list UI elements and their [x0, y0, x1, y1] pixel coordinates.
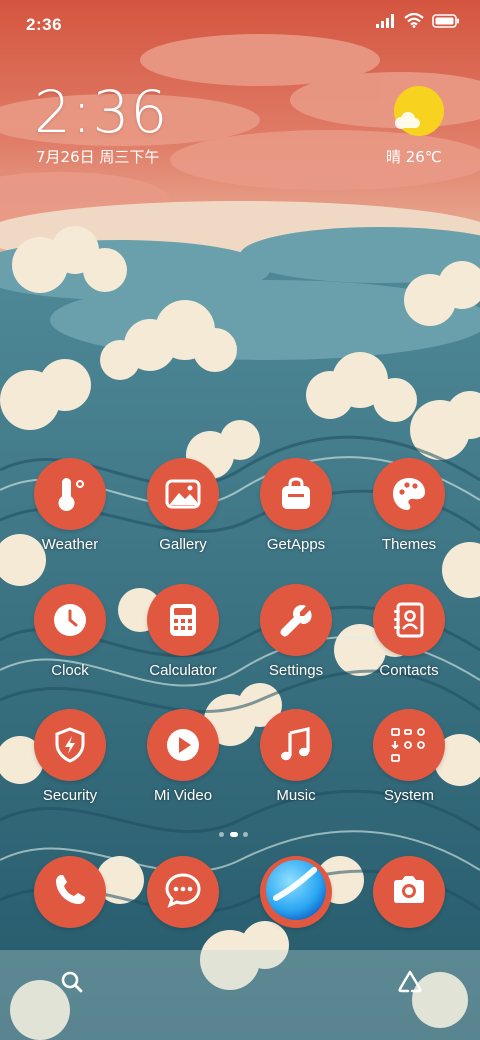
- page-indicator-dot[interactable]: [243, 832, 248, 837]
- clock-icon: [34, 584, 106, 656]
- app-calculator[interactable]: Calculator: [133, 584, 233, 694]
- app-label: Music: [276, 787, 316, 804]
- palette-icon: [373, 458, 445, 530]
- app-themes[interactable]: Themes: [359, 458, 459, 568]
- app-security[interactable]: Security: [20, 709, 120, 819]
- home-date[interactable]: 7月26日 周三下午: [36, 146, 159, 167]
- app-label: GetApps: [266, 536, 326, 553]
- shopping-bag-icon: [260, 458, 332, 530]
- page-indicator-dot-active[interactable]: [230, 832, 238, 837]
- app-label: Calculator: [149, 662, 217, 679]
- contacts-book-icon: [373, 584, 445, 656]
- dock-browser[interactable]: [260, 856, 332, 928]
- status-bar: 2:36: [0, 0, 480, 50]
- app-getapps[interactable]: GetApps: [246, 458, 346, 568]
- wrench-icon: [260, 584, 332, 656]
- message-icon: [163, 870, 203, 915]
- app-label: System: [383, 787, 434, 804]
- phone-icon: [50, 870, 90, 915]
- recycle-icon[interactable]: [396, 968, 424, 996]
- app-music[interactable]: Music: [246, 709, 346, 819]
- weather-text[interactable]: 晴 26℃: [386, 146, 442, 167]
- status-icons: [376, 12, 460, 33]
- wifi-icon: [404, 12, 424, 33]
- app-label: Mi Video: [153, 787, 213, 804]
- calculator-icon: [147, 584, 219, 656]
- app-label: Contacts: [379, 662, 439, 679]
- signal-icon: [376, 13, 396, 33]
- app-settings[interactable]: Settings: [246, 584, 346, 694]
- dock-messages[interactable]: [147, 856, 219, 928]
- camera-icon: [389, 870, 429, 915]
- image-icon: [147, 458, 219, 530]
- app-label: Clock: [51, 662, 89, 679]
- app-mi-video[interactable]: Mi Video: [133, 709, 233, 819]
- music-note-icon: [260, 709, 332, 781]
- thermometer-icon: [34, 458, 106, 530]
- app-label: Themes: [381, 536, 437, 553]
- app-weather[interactable]: Weather: [20, 458, 120, 568]
- shield-bolt-icon: [34, 709, 106, 781]
- dock-phone[interactable]: [34, 856, 106, 928]
- browser-icon: [264, 858, 328, 927]
- play-icon: [147, 709, 219, 781]
- app-gallery[interactable]: Gallery: [133, 458, 233, 568]
- status-time: 2:36: [26, 15, 63, 34]
- app-contacts[interactable]: Contacts: [359, 584, 459, 694]
- page-indicator-dot[interactable]: [219, 832, 224, 837]
- battery-icon: [432, 13, 460, 33]
- folder-icon: [373, 709, 445, 781]
- home-clock[interactable]: 2:36: [34, 78, 168, 146]
- dock-camera[interactable]: [373, 856, 445, 928]
- search-icon[interactable]: [58, 968, 86, 996]
- app-label: Settings: [268, 662, 324, 679]
- app-clock[interactable]: Clock: [20, 584, 120, 694]
- app-label: Security: [42, 787, 98, 804]
- app-label: Weather: [41, 536, 99, 553]
- app-system-folder[interactable]: System: [359, 709, 459, 819]
- sunny-cloud-icon[interactable]: [388, 82, 446, 140]
- app-label: Gallery: [159, 536, 207, 553]
